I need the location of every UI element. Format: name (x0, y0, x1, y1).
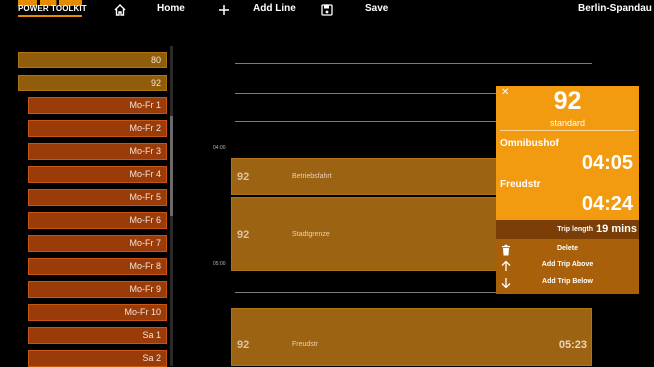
popup-line-number: 92 (553, 87, 582, 115)
trip-item[interactable]: Mo-Fr 7 (28, 235, 167, 252)
trip-item[interactable]: Mo-Fr 1 (28, 97, 167, 114)
home-icon[interactable] (112, 2, 128, 18)
start-stop-time[interactable]: 04:05 (582, 152, 633, 175)
start-stop-name: Omnibushof (500, 138, 559, 149)
popup-trip-type: standard (549, 118, 586, 128)
sidebar-scrollbar[interactable] (170, 46, 173, 366)
popup-footer: Trip length 19 mins Delete Add Trip Abov… (496, 220, 639, 294)
trip-label: Mo-Fr 4 (129, 169, 162, 179)
trip-block-stop: Stadtgrenze (292, 231, 330, 238)
trip-item[interactable]: Sa 1 (28, 327, 167, 344)
trip-block-stop: Betriebsfahrt (292, 173, 332, 180)
trip-label: Mo-Fr 8 (129, 261, 162, 271)
popup-divider (500, 130, 635, 131)
power-toolkit-logo[interactable]: POWER TOOLKIT (18, 0, 87, 18)
trip-item[interactable]: Mo-Fr 4 (28, 166, 167, 183)
plus-icon[interactable] (216, 2, 232, 18)
trip-label: Mo-Fr 6 (129, 215, 162, 225)
hour-gridline (235, 63, 592, 64)
trip-label: Mo-Fr 10 (124, 307, 161, 317)
home-button[interactable]: Home (157, 3, 185, 14)
add-above-label: Add Trip Above (541, 261, 594, 268)
scroll-thumb[interactable] (170, 116, 173, 216)
trip-label: Mo-Fr 1 (129, 100, 162, 110)
route-item[interactable]: 80 (18, 52, 167, 68)
trip-label: Mo-Fr 3 (129, 146, 162, 156)
trip-label: Mo-Fr 5 (129, 192, 162, 202)
trip-label: Mo-Fr 2 (129, 123, 162, 133)
trip-item[interactable]: Mo-Fr 10 (28, 304, 167, 321)
trip-block-line: 92 (237, 229, 250, 241)
delete-trip-button[interactable]: Delete (496, 242, 639, 258)
trip-length-bar: Trip length 19 mins (496, 220, 639, 239)
add-below-label: Add Trip Below (542, 278, 593, 285)
logo-text: POWER TOOLKIT (18, 4, 87, 13)
trip-item[interactable]: Mo-Fr 9 (28, 281, 167, 298)
delete-label: Delete (556, 245, 578, 252)
top-bar: POWER TOOLKIT Home Add Line Save Berlin-… (0, 0, 654, 20)
floppy-disk-icon[interactable] (319, 2, 335, 18)
trip-length-label: Trip length (557, 226, 593, 233)
trip-item[interactable]: Mo-Fr 6 (28, 212, 167, 229)
time-label: 05:00 (213, 261, 226, 267)
time-label: 04:00 (213, 145, 226, 151)
trip-item[interactable]: Mo-Fr 8 (28, 258, 167, 275)
trip-item[interactable]: Mo-Fr 5 (28, 189, 167, 206)
logo-underline (18, 15, 82, 17)
trip-item[interactable]: Mo-Fr 2 (28, 120, 167, 137)
trip-detail-popup: ✕ 92 standard Omnibushof 04:05 Freudstr … (496, 86, 639, 294)
location-label[interactable]: Berlin-Spandau (578, 3, 652, 14)
save-button[interactable]: Save (365, 3, 388, 14)
trip-block-line: 92 (237, 171, 250, 183)
trip-block-time: 05:23 (558, 339, 587, 351)
trip-label: Mo-Fr 7 (129, 238, 162, 248)
route-item[interactable]: 92 (18, 75, 167, 91)
route-label: 80 (150, 55, 161, 65)
route-label: 92 (150, 78, 161, 88)
trip-label: Sa 1 (142, 330, 161, 340)
end-stop-name: Freudstr (500, 179, 541, 190)
add-trip-above-button[interactable]: Add Trip Above (496, 258, 639, 274)
add-trip-below-button[interactable]: Add Trip Below (496, 275, 639, 291)
end-stop-time[interactable]: 04:24 (582, 193, 633, 216)
trip-block-line: 92 (237, 339, 250, 351)
trip-label: Mo-Fr 9 (129, 284, 162, 294)
trip-block-stop: Freudstr (292, 341, 319, 348)
trip-length-value: 19 mins (596, 223, 637, 235)
trip-label: Sa 2 (142, 353, 161, 363)
trip-sidebar: 80 92 Mo-Fr 1 Mo-Fr 2 Mo-Fr 3 Mo-Fr 4 Mo… (0, 44, 178, 367)
trip-item[interactable]: Mo-Fr 3 (28, 143, 167, 160)
add-line-button[interactable]: Add Line (253, 3, 296, 14)
trip-block[interactable]: 92 Freudstr 05:23 (231, 308, 592, 366)
trip-item[interactable]: Sa 2 (28, 350, 167, 367)
